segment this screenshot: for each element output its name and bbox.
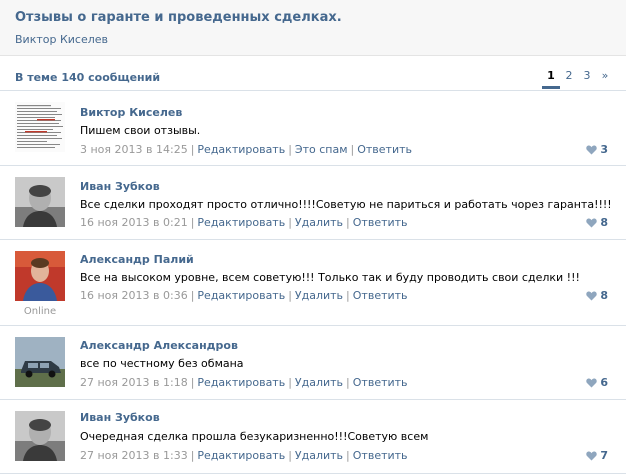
edit-link[interactable]: Редактировать (197, 289, 285, 302)
post-text: все по честному без обмана (80, 357, 244, 370)
post-text: Пишем свои отзывы. (80, 124, 201, 137)
heart-icon (586, 145, 598, 154)
like-count: 6 (600, 376, 608, 389)
like-count: 8 (600, 289, 608, 302)
like-button[interactable]: 8 (586, 216, 608, 229)
edit-link[interactable]: Редактировать (197, 376, 285, 389)
edit-link[interactable]: Редактировать (197, 216, 285, 229)
post-author-link[interactable]: Иван Зубков (80, 411, 160, 424)
pagination: 1 2 3 » (542, 69, 614, 89)
post-3: Online Александр Палий Все на высоком ур… (0, 241, 626, 326)
reply-link[interactable]: Ответить (353, 289, 408, 302)
post-meta: 16 ноя 2013 в 0:21 | Редактировать | Удалить… (80, 216, 408, 229)
page-next-link[interactable]: » (596, 69, 614, 89)
post-meta: 3 ноя 2013 в 14:25 | Редактировать | Это спа… (80, 143, 412, 156)
edit-link[interactable]: Редактировать (197, 143, 285, 156)
edit-link[interactable]: Редактировать (197, 449, 285, 462)
reply-link[interactable]: Ответить (353, 216, 408, 229)
document-thumbnail-icon[interactable] (15, 102, 65, 152)
delete-link[interactable]: Удалить (295, 216, 343, 229)
post-date[interactable]: 16 ноя 2013 в 0:36 (80, 289, 188, 302)
topic-author-link[interactable]: Виктор Киселев (15, 33, 108, 46)
post-5: Иван Зубков Очередная сделка прошла безу… (0, 401, 626, 474)
heart-icon (586, 378, 598, 387)
post-date[interactable]: 16 ноя 2013 в 0:21 (80, 216, 188, 229)
post-text: Все сделки проходят просто отлично!!!!Со… (80, 198, 612, 211)
heart-icon (586, 451, 598, 460)
user-photo-icon[interactable] (15, 411, 65, 461)
reply-link[interactable]: Ответить (357, 143, 412, 156)
car-photo-icon[interactable] (15, 337, 65, 387)
delete-link[interactable]: Удалить (295, 376, 343, 389)
like-button[interactable]: 3 (586, 143, 608, 156)
page-link-3[interactable]: 3 (578, 69, 596, 89)
like-count: 8 (600, 216, 608, 229)
delete-link[interactable]: Удалить (295, 449, 343, 462)
post-author-link[interactable]: Александр Палий (80, 253, 194, 266)
post-meta: 27 ноя 2013 в 1:18 | Редактировать | Удалить… (80, 376, 408, 389)
post-date[interactable]: 27 ноя 2013 в 1:33 (80, 449, 188, 462)
post-2: Иван Зубков Все сделки проходят просто о… (0, 167, 626, 240)
user-photo-icon[interactable] (15, 251, 65, 301)
post-author-link[interactable]: Александр Александров (80, 339, 238, 352)
user-photo-icon[interactable] (15, 177, 65, 227)
report-spam-link[interactable]: Это спам (295, 143, 348, 156)
like-button[interactable]: 8 (586, 289, 608, 302)
like-button[interactable]: 7 (586, 449, 608, 462)
post-1: Виктор Киселев Пишем свои отзывы. 3 ноя … (0, 92, 626, 166)
message-count: В теме 140 сообщений (15, 71, 161, 84)
post-date[interactable]: 27 ноя 2013 в 1:18 (80, 376, 188, 389)
like-count: 3 (600, 143, 608, 156)
like-count: 7 (600, 449, 608, 462)
topic-header: Отзывы о гаранте и проведенных сделках. … (0, 0, 626, 56)
post-author-link[interactable]: Виктор Киселев (80, 106, 182, 119)
page-link-1[interactable]: 1 (542, 69, 560, 89)
post-meta: 27 ноя 2013 в 1:33 | Редактировать | Удалить… (80, 449, 408, 462)
post-date[interactable]: 3 ноя 2013 в 14:25 (80, 143, 188, 156)
post-meta: 16 ноя 2013 в 0:36 | Редактировать | Удалить… (80, 289, 408, 302)
reply-link[interactable]: Ответить (353, 376, 408, 389)
reply-link[interactable]: Ответить (353, 449, 408, 462)
topic-title: Отзывы о гаранте и проведенных сделках. (15, 10, 342, 25)
post-text: Все на высоком уровне, всем советую!!! Т… (80, 271, 580, 284)
post-4: Александр Александров все по честному бе… (0, 327, 626, 400)
post-text: Очередная сделка прошла безукаризненно!!… (80, 430, 429, 443)
page-link-2[interactable]: 2 (560, 69, 578, 89)
delete-link[interactable]: Удалить (295, 289, 343, 302)
heart-icon (586, 291, 598, 300)
thread-count-bar: В теме 140 сообщений 1 2 3 » (0, 57, 626, 91)
post-author-link[interactable]: Иван Зубков (80, 180, 160, 193)
heart-icon (586, 218, 598, 227)
online-status: Online (23, 306, 57, 317)
like-button[interactable]: 6 (586, 376, 608, 389)
